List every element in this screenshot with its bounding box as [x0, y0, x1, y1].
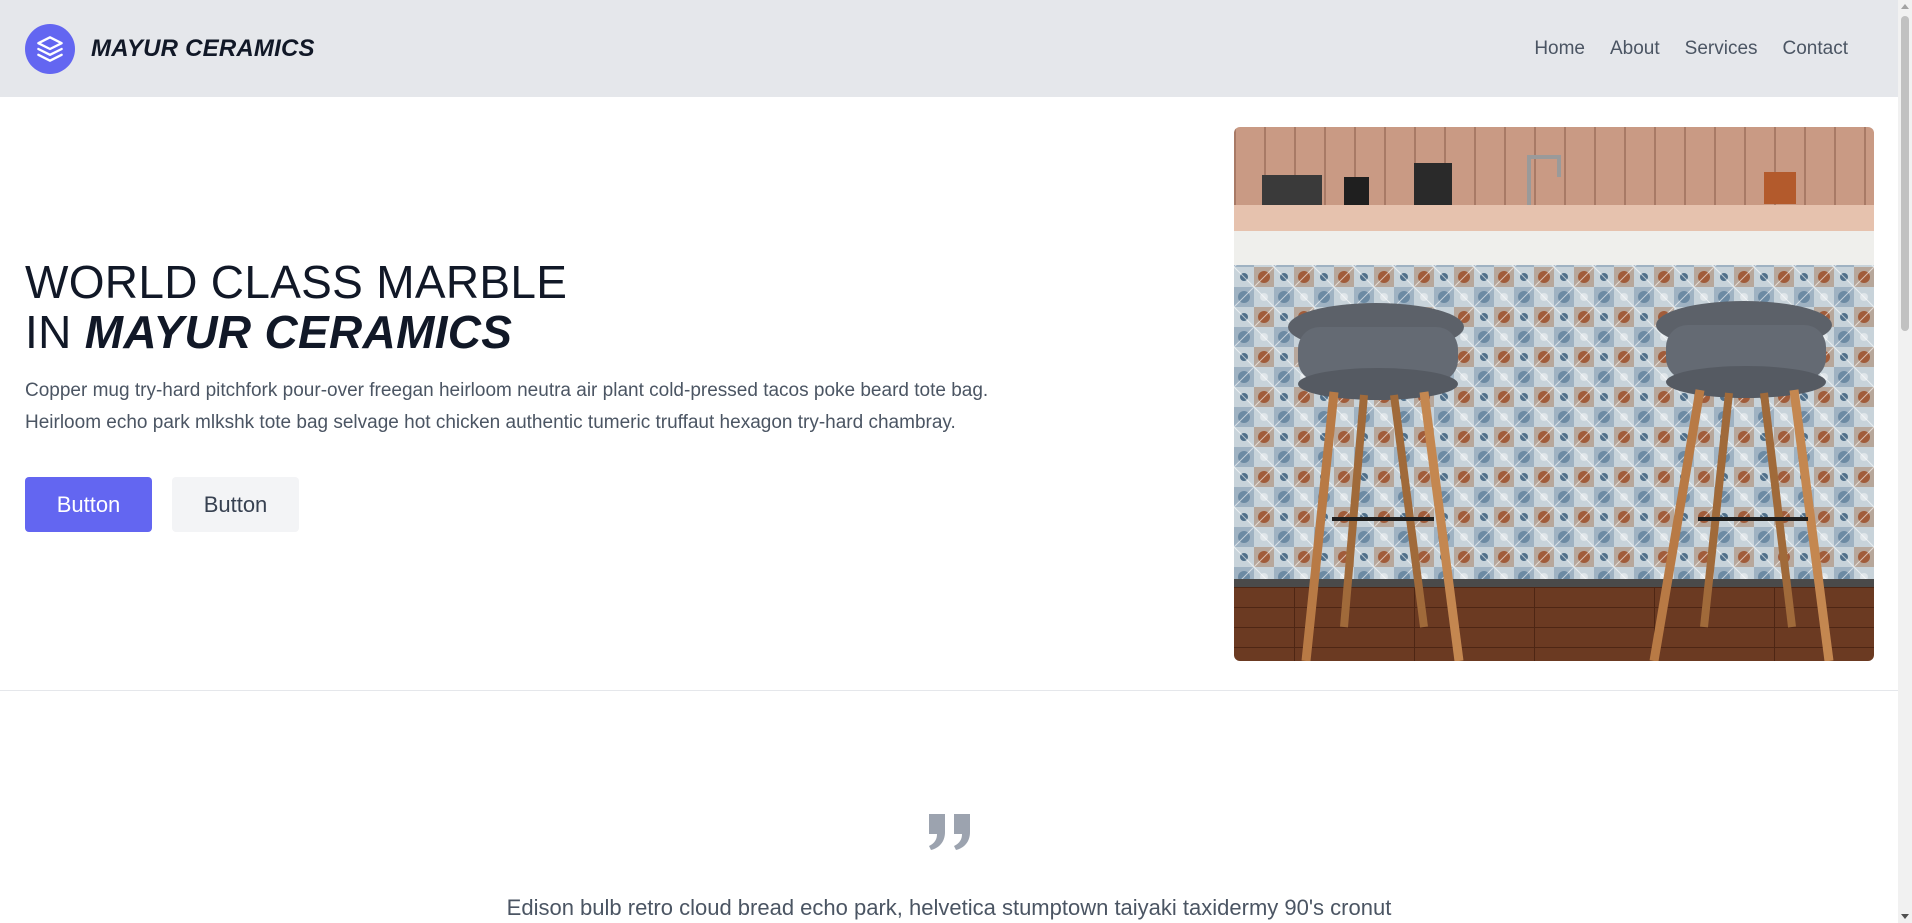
hero-title-line1: WORLD CLASS MARBLE: [25, 256, 568, 308]
nav-about[interactable]: About: [1610, 38, 1660, 60]
hero-section: WORLD CLASS MARBLE IN MAYUR CERAMICS Cop…: [0, 97, 1898, 691]
scroll-up-icon[interactable]: [1901, 4, 1909, 9]
page: MAYUR CERAMICS Home About Services Conta…: [0, 0, 1912, 923]
hero-description-line2: Heirloom echo park mlkshk tote bag selva…: [25, 412, 956, 433]
primary-button[interactable]: Button: [25, 477, 152, 532]
main-nav: Home About Services Contact: [1534, 38, 1848, 60]
testimonial-text: Edison bulb retro cloud bread echo park,…: [506, 895, 1392, 920]
hero-description-line1: Copper mug try-hard pitchfork pour-over …: [25, 380, 989, 401]
secondary-button[interactable]: Button: [172, 477, 299, 532]
bar-stools-photo: [1234, 127, 1874, 661]
hero-description: Copper mug try-hard pitchfork pour-over …: [25, 375, 1105, 439]
hero-button-row: Button Button: [25, 477, 1125, 532]
vertical-scrollbar[interactable]: [1898, 0, 1912, 923]
nav-home[interactable]: Home: [1534, 38, 1585, 60]
site-header: MAYUR CERAMICS Home About Services Conta…: [0, 0, 1898, 97]
hero-title-prefix: IN: [25, 306, 72, 358]
hero-title: WORLD CLASS MARBLE IN MAYUR CERAMICS: [25, 257, 1125, 357]
testimonial-section: Edison bulb retro cloud bread echo park,…: [0, 692, 1898, 923]
scroll-down-icon[interactable]: [1901, 914, 1909, 919]
scrollbar-thumb[interactable]: [1901, 16, 1909, 331]
hero-image: [1234, 127, 1874, 661]
hero-content: WORLD CLASS MARBLE IN MAYUR CERAMICS Cop…: [25, 257, 1125, 532]
layers-icon: [37, 35, 63, 62]
hero-title-emphasis: MAYUR CERAMICS: [84, 306, 513, 358]
brand-name[interactable]: MAYUR CERAMICS: [91, 35, 315, 63]
nav-services[interactable]: Services: [1685, 38, 1758, 60]
logo-badge[interactable]: [25, 23, 75, 74]
nav-contact[interactable]: Contact: [1783, 38, 1848, 60]
quote-icon: [929, 814, 970, 850]
